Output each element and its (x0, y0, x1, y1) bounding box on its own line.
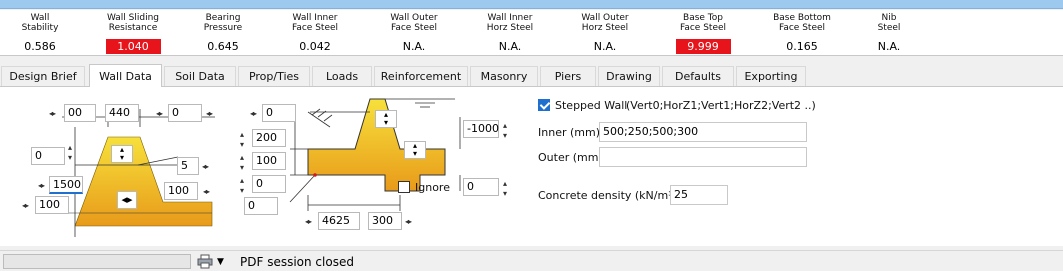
tab-piers[interactable]: Piers (540, 66, 596, 86)
stepped-wall-hint: (Vert0;HorZ1;Vert1;HorZ2;Vert2 ..) (626, 99, 816, 112)
spin-up-down-icon[interactable]: ▴ ▾ (240, 176, 244, 196)
stem-width-stepper[interactable]: ◂▸ (117, 191, 137, 209)
stem-offset-right-input[interactable]: 0 (168, 104, 202, 122)
result-wall-outer-face: Wall Outer Face Steel N.A. (369, 13, 459, 54)
tab-prop-ties[interactable]: Prop/Ties (238, 66, 310, 86)
status-text: PDF session closed (240, 255, 354, 269)
wall-data-panel: ◂▸ 00 440 ◂▸ 0 ◂▸ 0 ▴ ▾ ▴ ▾ 5 ◂▸ ◂▸ 1500 ◂… (0, 86, 1063, 246)
spin-arrows-icon[interactable]: ◂▸ (206, 109, 213, 119)
ignore-checkbox[interactable] (398, 181, 410, 193)
spin-up-down-icon[interactable]: ▴ ▾ (240, 153, 244, 173)
result-wall-outer-horz: Wall Outer Horz Steel N.A. (560, 13, 650, 54)
result-value: 0.042 (299, 40, 331, 53)
concrete-density-input[interactable]: 25 (670, 185, 728, 205)
result-wall-stability: Wall Stability 0.586 (0, 13, 85, 54)
tab-strip: Design Brief Wall Data Soil Data Prop/Ti… (0, 64, 1063, 87)
inner-label: Inner (mm) (538, 126, 600, 139)
result-wall-inner-face: Wall Inner Face Steel 0.042 (270, 13, 360, 54)
stem-left-upper-input[interactable]: 0 (31, 147, 65, 165)
result-value: N.A. (877, 40, 901, 53)
stem-height-stepper[interactable]: ▴ ▾ (111, 145, 133, 163)
result-value: 1.040 (105, 39, 161, 54)
base-top-input[interactable]: 0 (262, 104, 296, 122)
base-left-input[interactable]: 100 (35, 196, 69, 214)
tab-reinforcement[interactable]: Reinforcement (374, 66, 468, 86)
tab-defaults[interactable]: Defaults (662, 66, 734, 86)
wall-height-input[interactable]: 1500 (49, 176, 83, 194)
stem-slope-input[interactable]: 5 (177, 157, 199, 175)
result-value: 0.165 (786, 40, 818, 53)
result-value: 0.586 (24, 40, 56, 53)
result-value: N.A. (593, 40, 617, 53)
result-value: 0.645 (207, 40, 239, 53)
result-base-top-face: Base Top Face Steel 9.999 (658, 13, 748, 54)
tab-drawing[interactable]: Drawing (598, 66, 660, 86)
result-bearing-pressure: Bearing Pressure 0.645 (178, 13, 268, 54)
base-thickness-input[interactable]: 300 (368, 212, 402, 230)
spin-up-down-icon[interactable]: ▴ ▾ (240, 130, 244, 150)
result-base-bottom-face: Base Bottom Face Steel 0.165 (757, 13, 847, 54)
tab-exporting[interactable]: Exporting (736, 66, 806, 86)
result-value: 9.999 (675, 39, 731, 54)
base-depth-3-input[interactable]: 0 (252, 175, 286, 193)
base-depth-1-input[interactable]: 200 (252, 129, 286, 147)
result-wall-inner-horz: Wall Inner Horz Steel N.A. (465, 13, 555, 54)
inner-steps-input[interactable]: 500;250;500;300 (599, 122, 807, 142)
tab-wall-data[interactable]: Wall Data (89, 64, 162, 87)
spin-arrows-icon[interactable]: ◂▸ (305, 217, 312, 227)
spin-arrows-icon[interactable]: ◂▸ (405, 217, 412, 227)
dropdown-caret-icon[interactable]: ▼ (217, 257, 224, 267)
outer-steps-input[interactable] (599, 147, 807, 167)
result-value: N.A. (402, 40, 426, 53)
heel-stepper[interactable]: ▴ ▾ (404, 141, 426, 159)
stepped-wall-checkbox[interactable] (538, 99, 550, 111)
base-right-input[interactable]: 100 (164, 182, 198, 200)
tab-soil-data[interactable]: Soil Data (164, 66, 236, 86)
stem-top-stepper[interactable]: ▴ ▾ (375, 110, 397, 128)
stem-offset-left-input[interactable]: 00 (64, 104, 96, 122)
nib-depth-input[interactable]: 0 (463, 178, 499, 196)
spin-arrows-icon[interactable]: ◂▸ (203, 187, 210, 197)
spin-up-down-icon[interactable]: ▴ ▾ (68, 143, 72, 163)
base-length-input[interactable]: 4625 (318, 212, 360, 230)
spin-arrows-icon[interactable]: ◂▸ (38, 181, 45, 191)
results-strip: Wall Stability 0.586 Wall Sliding Resistan… (0, 10, 1063, 56)
spin-arrows-icon[interactable]: ◂▸ (22, 201, 29, 211)
spin-up-down-icon[interactable]: ▴ ▾ (503, 121, 507, 141)
density-label: Concrete density (kN/m³) (538, 189, 677, 202)
base-depth-4-input[interactable]: 0 (244, 197, 278, 215)
printer-icon[interactable] (197, 254, 213, 269)
spin-arrows-icon[interactable]: ◂▸ (202, 162, 209, 172)
spin-arrows-icon[interactable]: ◂▸ (49, 109, 56, 119)
ignore-label: Ignore (415, 181, 450, 194)
base-depth-2-input[interactable]: 100 (252, 152, 286, 170)
progress-bar (3, 254, 191, 269)
tab-loads[interactable]: Loads (312, 66, 372, 86)
soil-level-input[interactable]: -1000 (463, 120, 499, 138)
result-wall-sliding: Wall Sliding Resistance 1.040 (105, 13, 161, 54)
window-top-bar (0, 0, 1063, 9)
result-value: N.A. (498, 40, 522, 53)
tab-masonry[interactable]: Masonry (470, 66, 538, 86)
spin-arrows-icon[interactable]: ◂▸ (250, 109, 257, 119)
spin-arrows-icon[interactable]: ◂▸ (156, 109, 163, 119)
tab-design-brief[interactable]: Design Brief (1, 66, 85, 86)
outer-label: Outer (mm) (538, 151, 603, 164)
result-nib-steel: Nib Steel N.A. (844, 13, 934, 54)
stem-top-width-input[interactable]: 440 (105, 104, 139, 122)
spin-up-down-icon[interactable]: ▴ ▾ (503, 179, 507, 199)
status-bar: ▼ PDF session closed (0, 250, 1063, 271)
stepped-wall-label: Stepped Wall (555, 99, 628, 112)
